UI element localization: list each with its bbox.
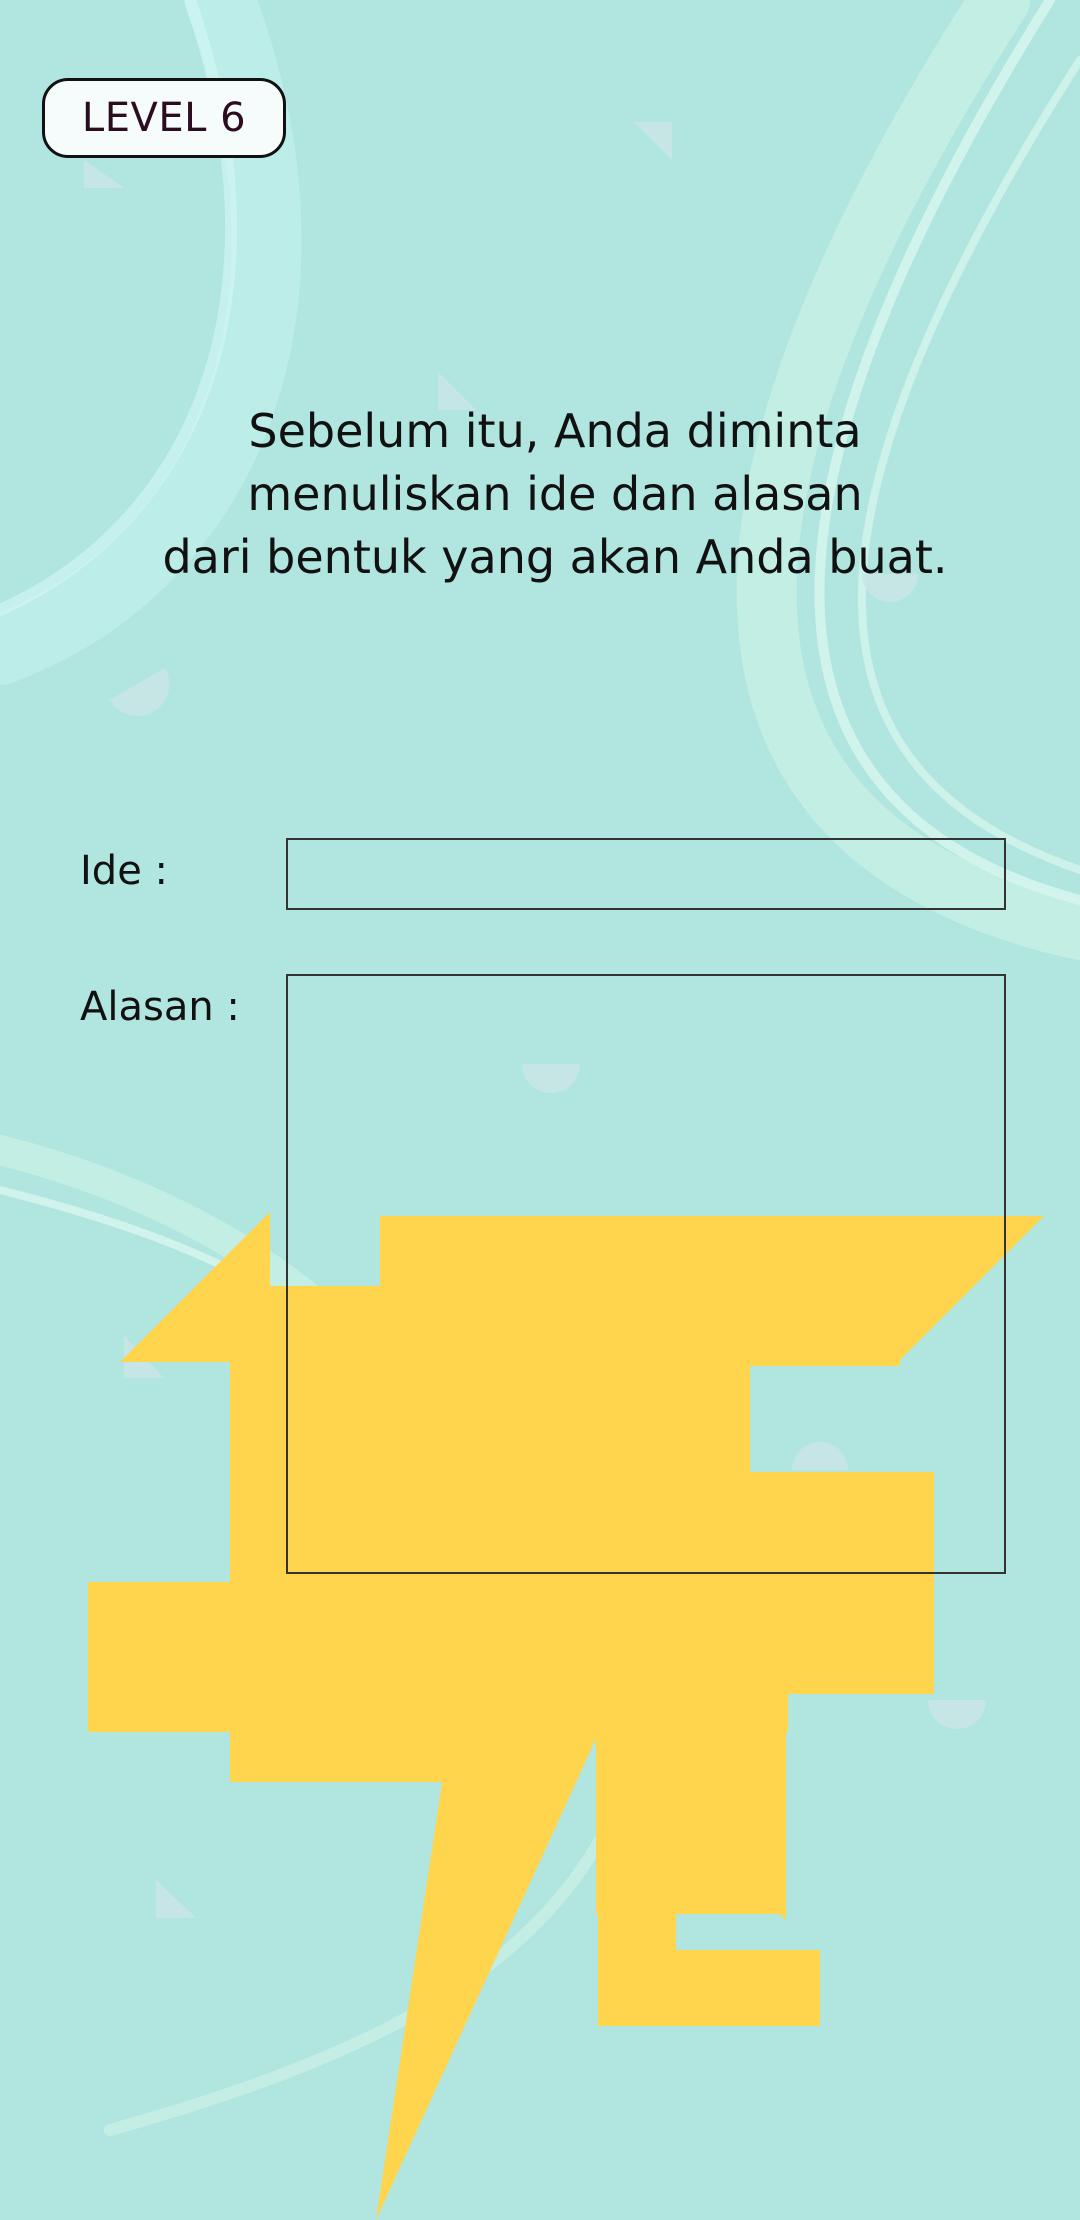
level-label: LEVEL 6 [81, 95, 247, 141]
instruction-line: menuliskan ide dan alasan [247, 467, 863, 521]
instruction-text: Sebelum itu, Anda diminta menuliskan ide… [100, 400, 1010, 589]
level-badge: LEVEL 6 [42, 78, 286, 158]
alasan-label: Alasan : [80, 984, 240, 1030]
tangram-block [598, 1950, 820, 2026]
ide-input[interactable] [286, 838, 1006, 910]
alasan-textarea[interactable] [286, 974, 1006, 1574]
tangram-triangle [120, 1212, 270, 1362]
instruction-line: Sebelum itu, Anda diminta [248, 404, 862, 458]
tangram-triangle [376, 1730, 600, 2220]
instruction-line: dari bentuk yang akan Anda buat. [162, 530, 948, 584]
game-screen: LEVEL 6 Sebelum itu, Anda diminta menuli… [0, 0, 1080, 2220]
ide-label: Ide : [80, 848, 168, 894]
